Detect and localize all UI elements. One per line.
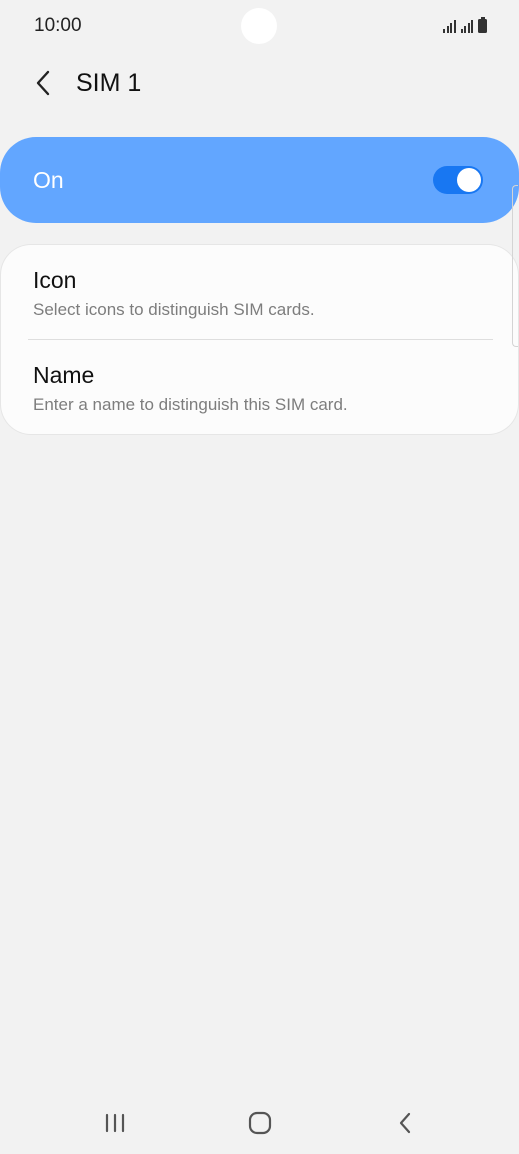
setting-title: Icon [33, 267, 77, 293]
setting-subtitle: Enter a name to distinguish this SIM car… [33, 395, 348, 414]
page-title: SIM 1 [76, 69, 142, 97]
back-icon [399, 1112, 411, 1134]
settings-card: Icon Select icons to distinguish SIM car… [1, 245, 518, 434]
sim-toggle[interactable] [433, 166, 483, 194]
setting-icon-row[interactable]: Icon Select icons to distinguish SIM car… [1, 245, 518, 339]
status-icons [443, 17, 487, 33]
status-bar: 10:00 [0, 0, 519, 52]
nav-back-button[interactable] [385, 1106, 425, 1140]
signal-icon [443, 19, 456, 33]
setting-name-row[interactable]: Name Enter a name to distinguish this SI… [1, 340, 518, 434]
home-icon [248, 1111, 272, 1135]
camera-cutout [241, 8, 277, 44]
status-time: 10:00 [34, 15, 82, 36]
navigation-bar [0, 1094, 519, 1154]
chevron-left-icon [36, 70, 50, 96]
setting-subtitle: Select icons to distinguish SIM cards. [33, 300, 315, 319]
setting-title: Name [33, 362, 95, 388]
master-switch-label: On [33, 167, 64, 193]
back-button[interactable] [28, 66, 58, 100]
scrollbar[interactable] [512, 185, 518, 347]
recents-button[interactable] [95, 1106, 135, 1140]
signal-icon [460, 19, 473, 33]
header: SIM 1 [0, 56, 519, 112]
battery-icon [478, 17, 487, 33]
recents-icon [105, 1113, 125, 1133]
sim-master-switch[interactable]: On [0, 137, 519, 223]
home-button[interactable] [240, 1106, 280, 1140]
toggle-knob [457, 168, 481, 192]
